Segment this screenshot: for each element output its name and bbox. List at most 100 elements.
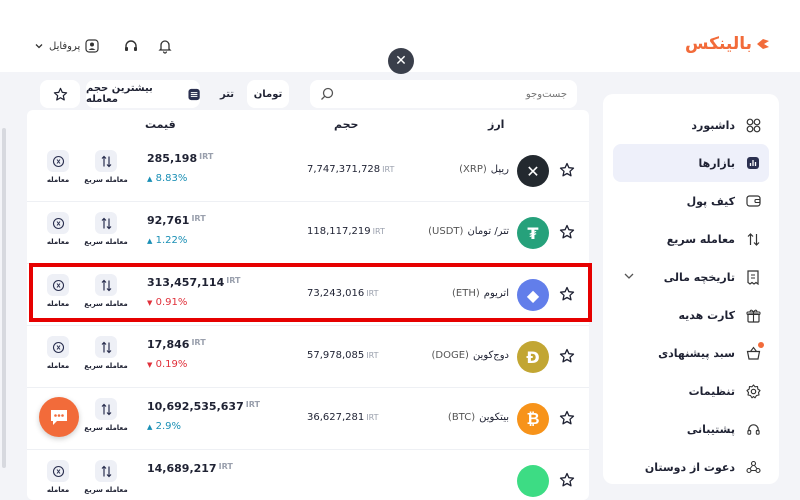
brand-mark-icon <box>757 39 769 49</box>
user-icon <box>85 39 99 53</box>
swap-icon <box>101 403 111 415</box>
volume-cell: 118,117,219 IRT <box>307 226 385 237</box>
price-change: ▲ 1.22% <box>147 235 187 246</box>
table-row[interactable]: 14,689,217 IRT معامله سریع معامله <box>27 450 589 500</box>
sidebar-item-suggested-basket[interactable]: سبد پیشنهادی <box>613 334 769 372</box>
gear-icon <box>745 383 761 398</box>
wallet-icon <box>745 195 761 207</box>
profile-menu[interactable]: پروفایل <box>34 39 99 53</box>
coin-name <box>505 474 509 485</box>
price-cell: 14,689,217 IRT <box>147 462 233 475</box>
price-cell: 17,846 IRT <box>147 338 206 351</box>
sidebar-item-label: بازارها <box>698 156 735 170</box>
sidebar: داشبورد بازارها کیف پول معامله سریع تاری… <box>603 94 779 484</box>
volume-cell: 7,747,371,728 IRT <box>307 164 394 175</box>
filter-tether[interactable]: تتر <box>210 80 244 108</box>
swap-icon <box>747 232 759 246</box>
search-icon <box>321 87 334 100</box>
volume-unit: IRT <box>366 351 379 360</box>
scrollbar-thumb[interactable] <box>2 128 6 468</box>
chat-button[interactable] <box>39 397 79 437</box>
price-change: ▲ 2.9% <box>147 421 181 432</box>
brand-logo[interactable]: بالینکس <box>685 34 770 54</box>
sidebar-item-quick-trade[interactable]: معامله سریع <box>613 220 769 258</box>
filter-tether-label: تتر <box>219 88 235 100</box>
sidebar-item-wallet[interactable]: کیف پول <box>613 182 769 220</box>
trade-icon <box>52 155 64 167</box>
sort-most-volume[interactable]: بیشترین حجم معامله <box>86 80 200 108</box>
price-value: 92,761 <box>147 214 190 227</box>
profile-label: پروفایل <box>49 40 81 52</box>
swap-icon <box>101 217 111 229</box>
coin-name: (BTC) بیتکوین <box>448 412 509 423</box>
coin-logo: ₮ <box>517 217 549 249</box>
price-cell: 92,761 IRT <box>147 214 206 227</box>
trade-button[interactable]: معامله <box>27 460 93 494</box>
sidebar-item-label: پشتیبانی <box>686 422 735 436</box>
price-change: ▼ 0.19% <box>147 359 187 370</box>
search-box[interactable] <box>310 80 577 108</box>
search-input[interactable] <box>367 88 567 100</box>
users-icon <box>745 460 761 473</box>
table-row[interactable]: Ð (DOGE) دوج‌کوین 57,978,085 IRT 17,846 IRT ▼ 0… <box>27 326 589 388</box>
table-row[interactable]: ₿ (BTC) بیتکوین 36,627,281 IRT 10,692,535,637… <box>27 388 589 450</box>
close-button[interactable]: ✕ <box>388 48 414 74</box>
coin-name: (XRP) ریپل <box>459 164 509 175</box>
favorites-filter[interactable] <box>40 80 80 108</box>
coin-name: (DOGE) دوج‌کوین <box>431 350 509 361</box>
sidebar-item-label: تاریخچه مالی <box>663 270 735 284</box>
coin-title: بیتکوین <box>479 412 509 423</box>
favorite-toggle[interactable] <box>559 348 575 368</box>
column-header-coin[interactable]: ارز <box>488 118 504 131</box>
sidebar-item-settings[interactable]: تنظیمات <box>613 372 769 410</box>
headset-icon[interactable] <box>123 38 139 54</box>
sidebar-item-financial-history[interactable]: تاریخچه مالی <box>613 258 769 296</box>
trade-label: معامله <box>46 486 70 494</box>
sidebar-item-invite-friends[interactable]: دعوت از دوستان <box>613 448 769 486</box>
coin-logo: ₿ <box>517 403 549 435</box>
trade-button[interactable]: معامله <box>27 150 93 184</box>
chart-icon <box>747 157 759 169</box>
trade-button[interactable]: معامله <box>27 336 93 370</box>
volume-value: 57,978,085 <box>307 350 365 361</box>
column-header-price[interactable]: قیمت <box>145 118 176 131</box>
table-row[interactable]: ✕ (XRP) ریپل 7,747,371,728 IRT 285,198 IRT ▲ 8.… <box>27 140 589 202</box>
trade-button[interactable]: معامله <box>27 212 93 246</box>
grid-icon <box>746 118 760 132</box>
table-row[interactable]: ₮ (USDT) تتر/ تومان 118,117,219 IRT 92,761 IRT… <box>27 202 589 264</box>
coin-logo-glyph: ✕ <box>526 161 540 181</box>
coin-logo <box>517 465 549 497</box>
favorite-toggle[interactable] <box>559 224 575 244</box>
price-change-value: 2.9% <box>155 421 181 432</box>
header-actions: پروفایل <box>34 38 173 54</box>
price-unit: IRT <box>191 338 206 347</box>
coin-logo-glyph: ₿ <box>526 409 540 428</box>
star-icon <box>559 162 575 177</box>
volume-cell: 36,627,281 IRT <box>307 412 379 423</box>
scrollbar[interactable] <box>0 120 6 468</box>
sidebar-item-markets[interactable]: بازارها <box>613 144 769 182</box>
coin-name: (USDT) تتر/ تومان <box>428 226 509 237</box>
sidebar-item-label: داشبورد <box>691 118 735 132</box>
price-change: ▲ 8.83% <box>147 173 187 184</box>
coin-logo: ✕ <box>517 155 549 187</box>
sort-label: بیشترین حجم معامله <box>86 83 153 105</box>
favorite-toggle[interactable] <box>559 410 575 430</box>
bell-icon[interactable] <box>157 38 173 54</box>
favorite-toggle[interactable] <box>559 162 575 182</box>
chevron-down-icon[interactable] <box>623 270 635 282</box>
price-unit: IRT <box>245 400 260 409</box>
favorite-toggle[interactable] <box>559 472 575 492</box>
sidebar-item-support[interactable]: پشتیبانی <box>613 410 769 448</box>
brand-name: بالینکس <box>685 34 752 54</box>
sidebar-item-gift-card[interactable]: کارت هدیه <box>613 296 769 334</box>
price-cell: 10,692,535,637 IRT <box>147 400 260 413</box>
coin-symbol: (XRP) <box>459 164 487 175</box>
basket-icon <box>746 346 760 360</box>
chat-icon <box>51 410 67 425</box>
column-header-volume[interactable]: حجم <box>334 118 358 131</box>
sidebar-item-label: سبد پیشنهادی <box>658 346 735 360</box>
star-icon <box>559 224 575 239</box>
filter-toman[interactable]: تومان <box>247 80 289 108</box>
sidebar-item-dashboard[interactable]: داشبورد <box>613 106 769 144</box>
